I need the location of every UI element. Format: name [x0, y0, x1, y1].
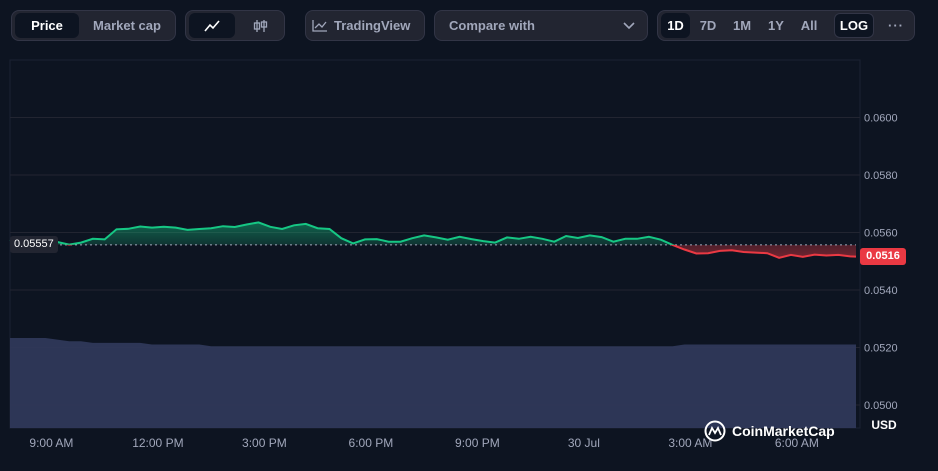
compare-content: Compare with	[449, 13, 635, 38]
chevron-down-icon	[623, 21, 635, 29]
coinmarketcap-watermark: CoinMarketCap	[704, 420, 835, 442]
line-chart-icon	[204, 19, 220, 32]
candlestick-button[interactable]	[238, 13, 282, 38]
range-7d[interactable]: 7D	[693, 13, 723, 38]
chart-type-toggle	[185, 10, 285, 41]
tab-price[interactable]: Price	[15, 13, 79, 38]
range-1d[interactable]: 1D	[661, 13, 690, 38]
chart-line-icon	[312, 19, 327, 32]
current-price-badge: 0.0516	[860, 248, 906, 266]
x-tick-label: 30 Jul	[568, 436, 600, 450]
y-tick-label: 0.0580	[864, 170, 898, 182]
candlestick-icon	[253, 19, 268, 32]
y-tick-label: 0.0520	[864, 343, 898, 355]
compare-dropdown[interactable]: Compare with	[434, 10, 648, 41]
x-tick-label: 6:00 PM	[349, 436, 394, 450]
line-chart-button[interactable]	[189, 13, 235, 38]
tradingview-content: TradingView	[312, 13, 420, 38]
range-selector: 1D 7D 1M 1Y All LOG ···	[657, 10, 915, 41]
x-tick-label: 3:00 PM	[242, 436, 287, 450]
range-1m[interactable]: 1M	[726, 13, 758, 38]
range-1y[interactable]: 1Y	[761, 13, 791, 38]
coinmarketcap-logo-icon	[704, 420, 726, 442]
tradingview-button[interactable]: TradingView	[305, 10, 425, 41]
y-tick-label: 0.0560	[864, 228, 898, 240]
log-toggle[interactable]: LOG	[834, 13, 874, 38]
volume-area	[10, 338, 856, 428]
more-options-button[interactable]: ···	[882, 13, 910, 38]
x-tick-label: 9:00 PM	[455, 436, 500, 450]
y-tick-label: 0.0600	[864, 113, 898, 125]
y-axis-unit: USD	[871, 418, 897, 432]
tab-market-cap[interactable]: Market cap	[82, 13, 172, 38]
tradingview-label: TradingView	[334, 18, 411, 33]
price-chart-svg: 0.0500 0.0520 0.0540 0.0560 0.0580 0.0600 9:0…	[9, 59, 898, 450]
price-chart: 0.0500 0.0520 0.0540 0.0560 0.0580 0.0600 9:0…	[0, 52, 938, 466]
x-tick-label: 12:00 PM	[132, 436, 183, 450]
view-toggle: Price Market cap	[11, 10, 176, 41]
y-tick-label: 0.0540	[864, 285, 898, 297]
reference-price-badge: 0.05557	[10, 236, 58, 254]
chart-toolbar: Price Market cap TradingView Compare wit…	[0, 0, 938, 52]
compare-placeholder: Compare with	[449, 18, 535, 33]
range-all[interactable]: All	[794, 13, 824, 38]
y-tick-label: 0.0500	[864, 400, 898, 412]
x-tick-label: 9:00 AM	[29, 436, 73, 450]
watermark-text: CoinMarketCap	[732, 423, 835, 439]
